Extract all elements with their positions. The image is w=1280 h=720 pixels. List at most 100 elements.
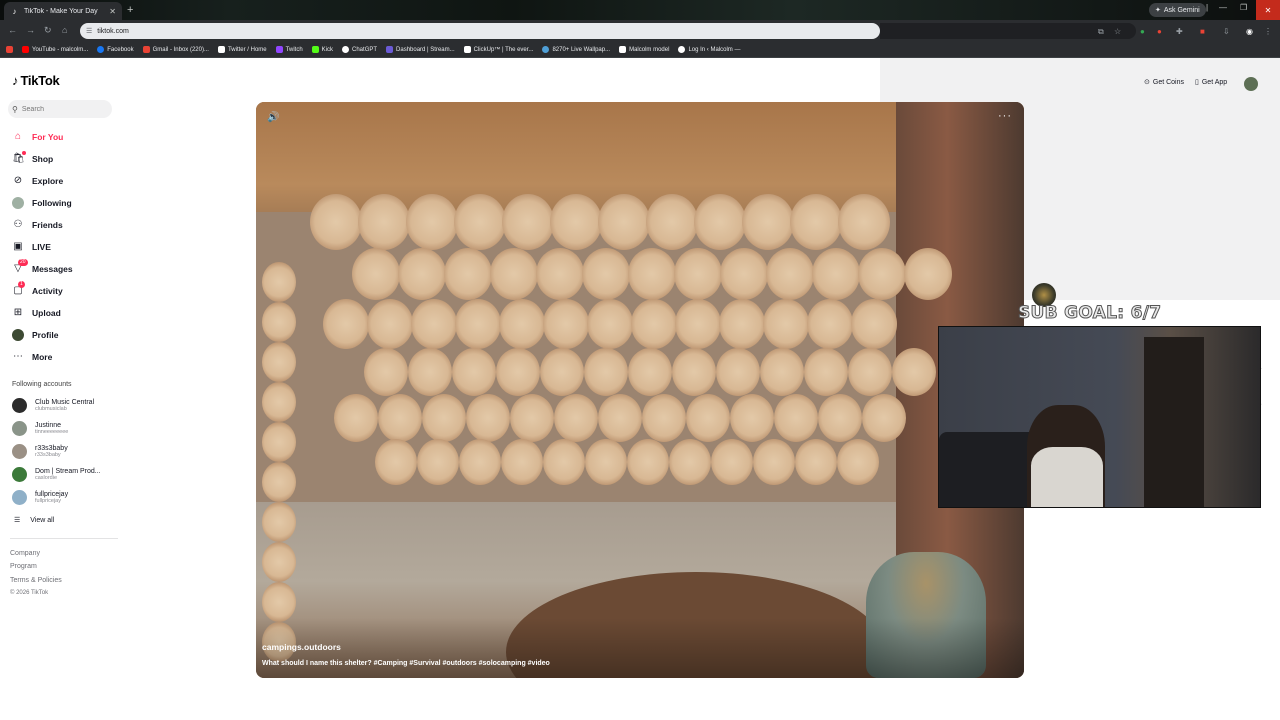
list-item[interactable]: r33s3baby r33s3baby — [12, 444, 68, 459]
bookmark-label: YouTube - malcolm... — [32, 46, 89, 53]
sidebar-nav: ⌂ For You 🛍 Shop ⊘ Explore Following ⚇ F… — [12, 126, 117, 368]
tiktok-logo[interactable]: ♪ TikTok — [12, 73, 60, 88]
volume-icon[interactable]: 🔊 — [267, 112, 279, 123]
messages-icon: ▽ 20 — [14, 259, 28, 274]
home-icon[interactable]: ⌂ — [62, 25, 67, 36]
log-end — [582, 248, 630, 300]
sidebar-item-shop[interactable]: 🛍 Shop — [12, 148, 117, 170]
list-item[interactable]: Dom | Stream Prod... caslordie — [12, 467, 101, 482]
bookmark-facebook[interactable]: Facebook — [97, 46, 134, 53]
avatar — [12, 444, 27, 459]
sidebar-item-label: Following — [32, 198, 72, 208]
gmail-icon — [142, 46, 150, 53]
log-end — [499, 299, 545, 349]
avatar[interactable] — [1244, 77, 1258, 91]
bookmark-wallpapers[interactable]: 8270+ Live Wallpap... — [542, 46, 610, 53]
log-end — [501, 439, 543, 485]
log-end — [742, 194, 794, 250]
forward-icon[interactable]: → — [26, 25, 35, 36]
search-bar[interactable]: ⚲ — [8, 100, 112, 118]
sidebar-item-live[interactable]: ▣ LIVE — [12, 236, 117, 258]
sidebar-item-friends[interactable]: ⚇ Friends — [12, 214, 117, 236]
more-options-icon[interactable]: ··· — [998, 110, 1012, 122]
footer-link-program[interactable]: Program — [10, 563, 37, 570]
bookmarks-apps-icon[interactable] — [6, 46, 13, 53]
restore-icon[interactable]: ❐ — [1240, 3, 1247, 12]
bookmark-star-icon[interactable]: ☆ — [1114, 27, 1121, 36]
log-end — [408, 348, 452, 396]
bookmark-twitter[interactable]: Twitter / Home — [217, 46, 267, 53]
bookmark-clickup[interactable]: ClickUp™ | The ever... — [463, 46, 533, 53]
webcam-overlay — [938, 326, 1261, 508]
view-all-label: View all — [30, 516, 55, 524]
search-input[interactable] — [21, 105, 102, 113]
extensions-icon[interactable]: ✚ — [1176, 27, 1183, 36]
account-handle: tinneeeeeeee — [35, 429, 69, 435]
clickup-icon — [463, 46, 471, 53]
sidebar-item-upload[interactable]: ⊞ Upload — [12, 302, 117, 324]
site-info-icon[interactable]: ☰ — [86, 27, 92, 35]
log-end — [262, 542, 296, 582]
log-end — [262, 462, 296, 502]
sidebar-item-activity[interactable]: ▢ 1 Activity — [12, 280, 117, 302]
bookmark-youtube[interactable]: YouTube - malcolm... — [22, 46, 88, 53]
log-end — [646, 194, 698, 250]
footer-link-terms[interactable]: Terms & Policies — [10, 577, 62, 584]
sidebar-item-messages[interactable]: ▽ 20 Messages — [12, 258, 117, 280]
account-handle: clubmusiclab — [35, 406, 67, 412]
youtube-icon — [22, 46, 29, 53]
tab-close-icon[interactable]: ✕ — [109, 7, 116, 16]
reload-icon[interactable]: ↻ — [44, 25, 52, 36]
log-end — [452, 348, 496, 396]
bookmark-dashboard[interactable]: Dashboard | Stream... — [386, 46, 455, 53]
log-end — [262, 302, 296, 342]
ask-gemini-button[interactable]: ✦ Ask Gemini — [1149, 3, 1206, 17]
address-bar[interactable]: ☰ tiktok.com — [80, 23, 880, 39]
tab-title: TikTok - Make Your Day — [24, 7, 98, 15]
menu-kebab-icon[interactable]: ⋮ — [1264, 27, 1272, 36]
downloads-icon[interactable]: ⇩ — [1223, 27, 1230, 36]
sidebar-item-profile[interactable]: Profile — [12, 324, 117, 346]
sidebar-item-for-you[interactable]: ⌂ For You — [12, 126, 117, 148]
list-item[interactable]: Justinne tinneeeeeeee — [12, 421, 68, 436]
log-end — [543, 439, 585, 485]
list-item[interactable]: Club Music Central clubmusiclab — [12, 398, 94, 413]
notification-dot — [22, 151, 26, 155]
log-end — [892, 348, 936, 396]
bookmark-malcolm-model[interactable]: Malcolm model — [619, 46, 669, 53]
log-end — [398, 248, 446, 300]
bookmark-chatgpt[interactable]: ChatGPT — [342, 46, 377, 53]
new-tab-button[interactable]: + — [127, 3, 133, 17]
bookmark-kick[interactable]: Kick — [311, 46, 333, 53]
get-coins-button[interactable]: ⊙ Get Coins — [1144, 78, 1184, 87]
list-item[interactable]: fullpricejay fullpricejay — [12, 490, 68, 505]
footer-link-company[interactable]: Company — [10, 550, 40, 557]
sidebar-item-label: Profile — [32, 330, 59, 340]
video-author[interactable]: campings.outdoors — [262, 642, 341, 652]
log-end — [466, 394, 510, 442]
log-end — [672, 348, 716, 396]
extension-shield-icon[interactable]: ● — [1140, 27, 1145, 36]
sidebar-item-following[interactable]: Following — [12, 192, 117, 214]
bookmark-twitch[interactable]: Twitch — [275, 46, 303, 53]
bookmark-gmail[interactable]: Gmail - Inbox (220)... — [142, 46, 209, 53]
bookmark-label: Dashboard | Stream... — [396, 46, 455, 53]
bookmark-login[interactable]: Log In ‹ Malcolm — — [678, 46, 740, 53]
get-app-button[interactable]: ▯ Get App — [1195, 78, 1227, 87]
extension-red-icon[interactable]: ■ — [1200, 27, 1205, 36]
account-name: fullpricejay — [35, 491, 69, 498]
minimize-icon[interactable]: — — [1219, 3, 1227, 12]
window-close-button[interactable]: ✕ — [1256, 0, 1280, 20]
sidebar-item-more[interactable]: ⋯ More — [12, 346, 117, 368]
back-icon[interactable]: ← — [8, 25, 17, 36]
extension-record-icon[interactable]: ● — [1157, 27, 1162, 36]
view-all-button[interactable]: ☰ View all — [14, 516, 55, 525]
install-app-icon[interactable]: ⧉ — [1098, 27, 1104, 37]
log-end — [540, 348, 584, 396]
video-player[interactable]: 🔊 ··· campings.outdoors What should I na… — [256, 102, 1024, 678]
log-end — [510, 394, 554, 442]
dashboard-icon — [386, 46, 394, 53]
sidebar-item-explore[interactable]: ⊘ Explore — [12, 170, 117, 192]
browser-tab-tiktok[interactable]: ♪ TikTok - Make Your Day ✕ — [4, 2, 122, 20]
profile-icon[interactable]: ◉ — [1246, 27, 1253, 36]
